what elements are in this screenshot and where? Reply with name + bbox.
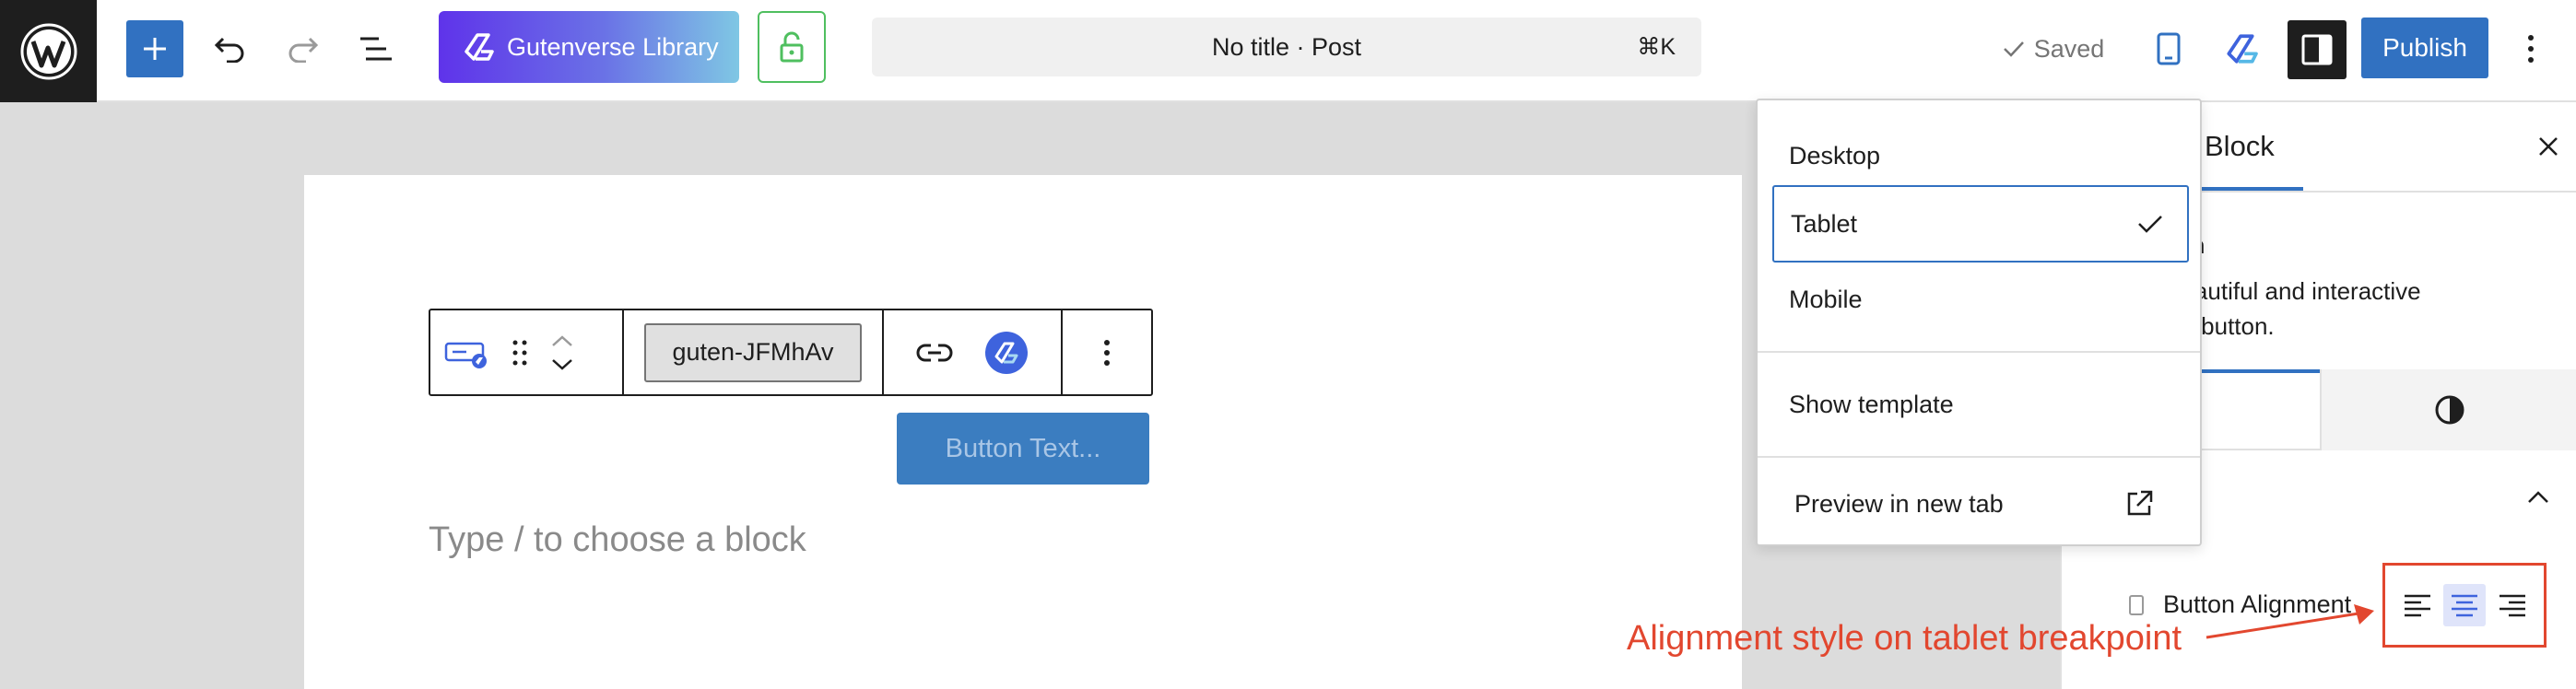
more-vertical-icon bbox=[1104, 339, 1110, 366]
tablet-icon bbox=[2157, 32, 2181, 65]
menu-item-tablet-label: Tablet bbox=[1791, 209, 1858, 238]
check-icon bbox=[2138, 216, 2162, 233]
menu-item-show-template[interactable]: Show template bbox=[1758, 377, 2200, 432]
wordpress-logo-icon[interactable] bbox=[0, 0, 97, 102]
link-button[interactable] bbox=[916, 342, 953, 364]
menu-item-mobile-label: Mobile bbox=[1789, 285, 1863, 313]
tab-style[interactable] bbox=[2320, 369, 2576, 450]
align-left-button[interactable] bbox=[2396, 584, 2439, 626]
menu-divider bbox=[1758, 351, 2200, 353]
chevron-up-icon bbox=[2528, 491, 2548, 503]
menu-item-tablet[interactable]: Tablet bbox=[1772, 185, 2189, 263]
unlock-button[interactable] bbox=[758, 11, 826, 83]
settings-sidebar-toggle[interactable] bbox=[2288, 20, 2347, 79]
tablet-icon bbox=[2129, 594, 2144, 615]
redo-icon bbox=[288, 37, 319, 63]
more-vertical-icon bbox=[2528, 35, 2534, 63]
editor-top-toolbar: Gutenverse Library No title · Post ⌘K Sa… bbox=[0, 0, 2576, 102]
close-icon bbox=[2539, 137, 2558, 156]
annotation-text: Alignment style on tablet breakpoint bbox=[1627, 619, 2182, 658]
contrast-icon bbox=[2435, 395, 2464, 425]
saved-label: Saved bbox=[2033, 34, 2105, 63]
button-block-preview[interactable]: Button Text... bbox=[897, 413, 1149, 485]
chevron-up-icon bbox=[552, 334, 572, 346]
gutenverse-panel-button[interactable] bbox=[2212, 20, 2269, 77]
gutenverse-badge-icon bbox=[985, 331, 1029, 374]
preview-device-menu: Desktop Tablet Mobile Show template Prev… bbox=[1756, 99, 2202, 546]
block-placeholder[interactable]: Type / to choose a block bbox=[429, 520, 806, 560]
publish-button[interactable]: Publish bbox=[2361, 18, 2488, 78]
block-desc-line-2: on button. bbox=[2168, 312, 2275, 340]
add-block-button[interactable] bbox=[126, 20, 183, 77]
sidebar-icon bbox=[2301, 34, 2333, 65]
plus-icon bbox=[144, 38, 166, 60]
block-toolbar-group-class: guten-JFMhAv bbox=[624, 310, 884, 394]
external-link-icon bbox=[2127, 490, 2153, 516]
list-view-icon bbox=[360, 37, 392, 61]
move-buttons bbox=[550, 334, 574, 371]
device-preview-button[interactable] bbox=[2140, 20, 2197, 77]
saved-status: Saved bbox=[1998, 20, 2109, 77]
menu-item-mobile[interactable]: Mobile bbox=[1758, 272, 2200, 327]
align-right-icon bbox=[2499, 594, 2525, 617]
document-title: No title · Post bbox=[1211, 32, 1362, 61]
gutenverse-library-button[interactable]: Gutenverse Library bbox=[439, 11, 739, 83]
align-left-icon bbox=[2404, 594, 2430, 617]
block-desc-line-1: beautiful and interactive bbox=[2168, 277, 2421, 305]
block-type-button[interactable] bbox=[443, 325, 489, 380]
button-block-icon bbox=[444, 342, 487, 368]
chevron-down-icon bbox=[552, 358, 572, 370]
gutenverse-logo-icon bbox=[2227, 34, 2258, 64]
check-icon bbox=[2003, 41, 2024, 57]
drag-handle-icon bbox=[512, 340, 527, 365]
panel-collapse-button[interactable] bbox=[2519, 478, 2558, 517]
gutenverse-library-label: Gutenverse Library bbox=[507, 32, 719, 61]
undo-icon bbox=[214, 37, 244, 63]
menu-item-desktop[interactable]: Desktop bbox=[1758, 128, 2200, 183]
block-class-chip[interactable]: guten-JFMhAv bbox=[644, 322, 862, 382]
align-right-button[interactable] bbox=[2491, 584, 2534, 626]
list-view-button[interactable] bbox=[350, 20, 402, 77]
command-shortcut: ⌘K bbox=[1637, 34, 1676, 60]
unlock-icon bbox=[780, 31, 804, 63]
block-toolbar-group-main bbox=[430, 310, 624, 394]
block-card-description: beautiful and interactive on button. bbox=[2168, 274, 2555, 344]
alignment-button-group bbox=[2382, 563, 2547, 648]
preview-new-tab-label: Preview in new tab bbox=[1794, 489, 2004, 518]
link-icon bbox=[916, 344, 953, 361]
undo-button[interactable] bbox=[205, 20, 256, 77]
gutenverse-block-button[interactable] bbox=[984, 331, 1029, 375]
block-options-button[interactable] bbox=[1063, 310, 1151, 394]
more-options-button[interactable] bbox=[2503, 20, 2558, 77]
menu-item-desktop-label: Desktop bbox=[1789, 141, 1881, 169]
close-sidebar-button[interactable] bbox=[2530, 128, 2567, 165]
annotation-arrow-icon bbox=[2205, 604, 2374, 639]
move-down-button[interactable] bbox=[550, 358, 574, 371]
tab-block[interactable]: Block bbox=[2205, 130, 2275, 163]
show-template-label: Show template bbox=[1789, 390, 1954, 418]
menu-divider bbox=[1758, 456, 2200, 458]
block-toolbar: guten-JFMhAv bbox=[429, 309, 1153, 396]
block-toolbar-group-tools bbox=[884, 310, 1063, 394]
redo-button[interactable] bbox=[276, 20, 328, 77]
menu-item-preview-new-tab[interactable]: Preview in new tab bbox=[1758, 476, 2200, 531]
move-up-button[interactable] bbox=[550, 334, 574, 347]
align-center-button[interactable] bbox=[2443, 584, 2486, 626]
align-center-icon bbox=[2452, 594, 2477, 617]
command-palette-bar[interactable]: No title · Post ⌘K bbox=[872, 18, 1701, 76]
drag-handle[interactable] bbox=[506, 325, 534, 380]
gutenverse-logo-icon bbox=[465, 33, 494, 61]
